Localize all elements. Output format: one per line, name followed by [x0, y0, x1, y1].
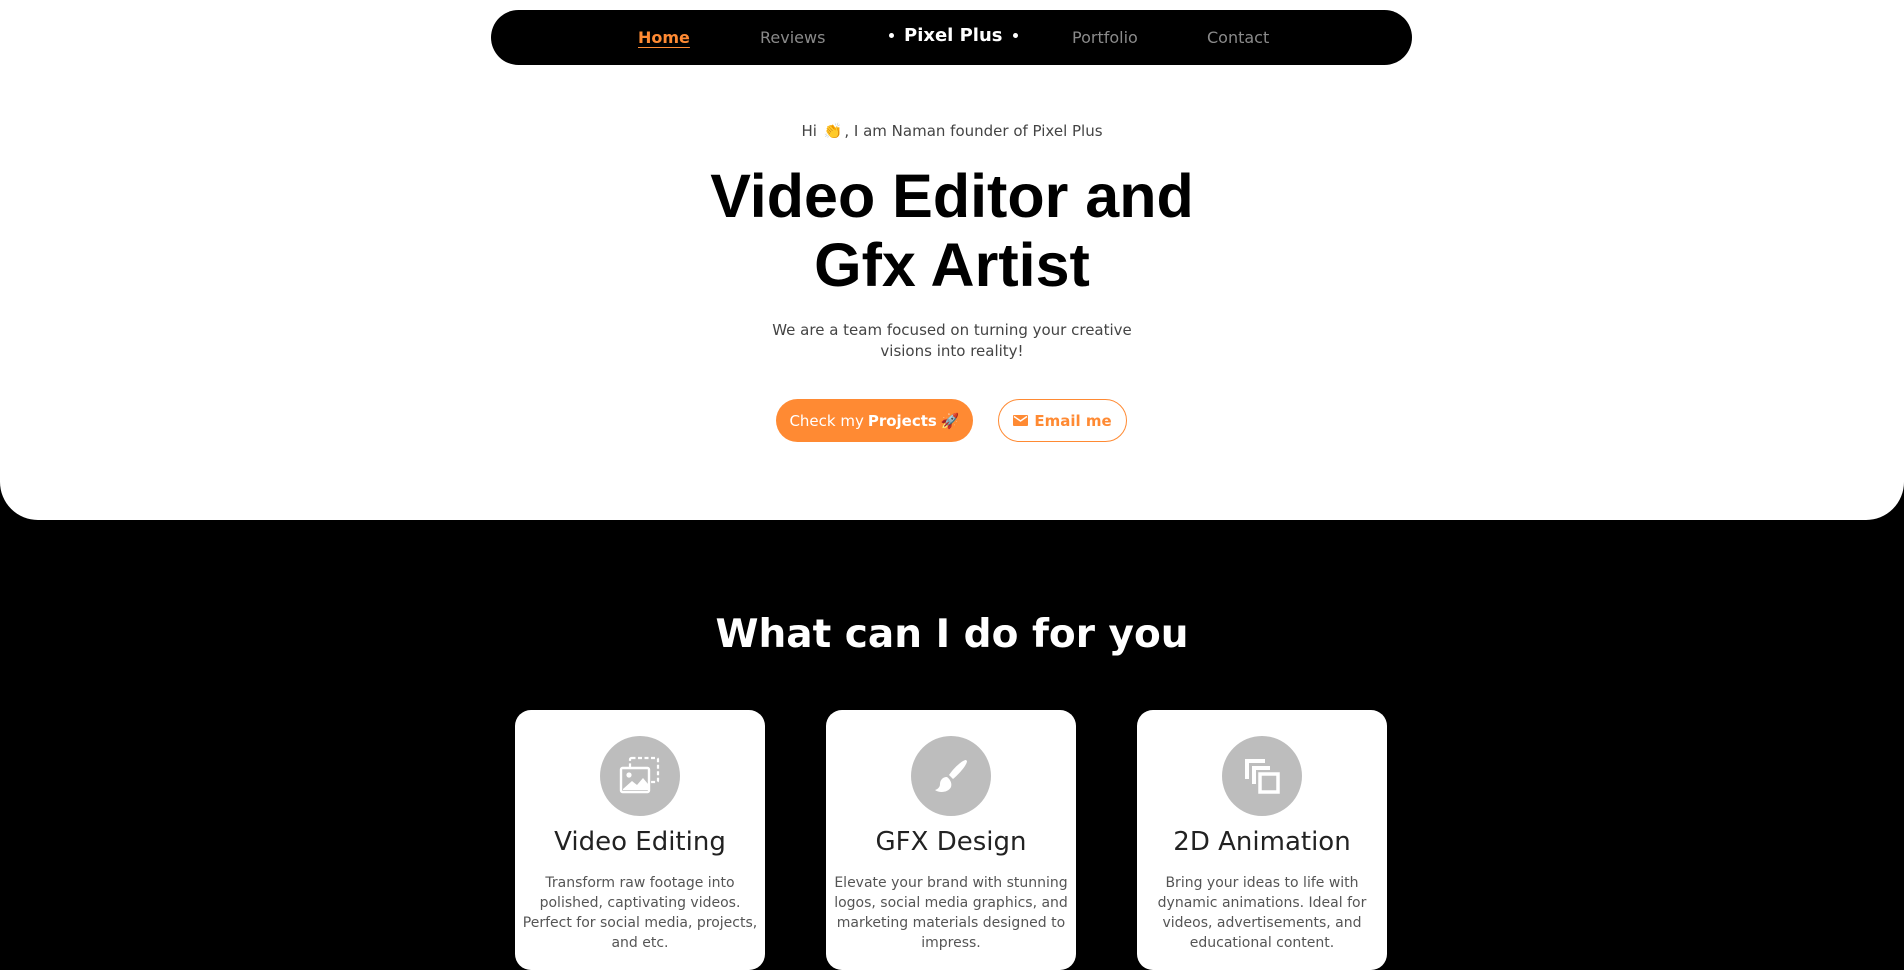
- card-title: 2D Animation: [1173, 827, 1351, 857]
- layers-icon: [1222, 736, 1302, 816]
- card-description: Transform raw footage into polished, cap…: [522, 875, 758, 951]
- email-button-label: Email me: [1034, 411, 1112, 430]
- headline-line-2: Gfx Artist: [814, 231, 1090, 299]
- greeting-prefix: Hi: [801, 122, 817, 140]
- projects-button-bold: Projects: [867, 411, 937, 430]
- services-title: What can I do for you: [715, 612, 1189, 657]
- waving-hand-icon: 👏: [823, 122, 843, 140]
- nav-reviews-link[interactable]: Reviews: [760, 28, 825, 47]
- headline-line-1: Video Editor and: [710, 162, 1194, 230]
- projects-button-prefix: Check my: [789, 411, 864, 430]
- brand-dot-left: [889, 33, 894, 38]
- mail-icon: [1013, 415, 1029, 426]
- nav-portfolio-link[interactable]: Portfolio: [1072, 28, 1138, 47]
- hero-headline: Video Editor and Gfx Artist: [0, 162, 1904, 300]
- check-projects-button[interactable]: Check my Projects 🚀: [776, 399, 973, 442]
- brand-name: Pixel Plus: [904, 25, 1003, 46]
- service-card-2d-animation: 2D Animation Bring your ideas to life wi…: [1137, 710, 1387, 970]
- card-title: GFX Design: [875, 827, 1027, 857]
- navbar: Home Reviews Pixel Plus Portfolio Contac…: [491, 10, 1412, 65]
- nav-home-link[interactable]: Home: [638, 28, 690, 47]
- card-title: Video Editing: [554, 827, 726, 857]
- email-me-button[interactable]: Email me: [998, 399, 1127, 442]
- hero-subtext: We are a team focused on turning your cr…: [772, 321, 1132, 360]
- card-description: Elevate your brand with stunning logos, …: [834, 875, 1068, 951]
- greeting-text: , I am Naman founder of Pixel Plus: [844, 122, 1103, 140]
- hero-section: Home Reviews Pixel Plus Portfolio Contac…: [0, 0, 1904, 520]
- service-card-gfx-design: GFX Design Elevate your brand with stunn…: [826, 710, 1076, 970]
- nav-contact-link[interactable]: Contact: [1207, 28, 1269, 47]
- brand-logo[interactable]: Pixel Plus: [889, 25, 1018, 46]
- rocket-icon: 🚀: [940, 411, 960, 430]
- service-card-video-editing: Video Editing Transform raw footage into…: [515, 710, 765, 970]
- card-description: Bring your ideas to life with dynamic an…: [1157, 875, 1367, 951]
- brand-dot-right: [1012, 33, 1018, 38]
- hero-greeting: Hi 👏, I am Naman founder of Pixel Plus: [0, 122, 1904, 140]
- brush-icon: [911, 736, 991, 816]
- images-icon: [600, 736, 680, 816]
